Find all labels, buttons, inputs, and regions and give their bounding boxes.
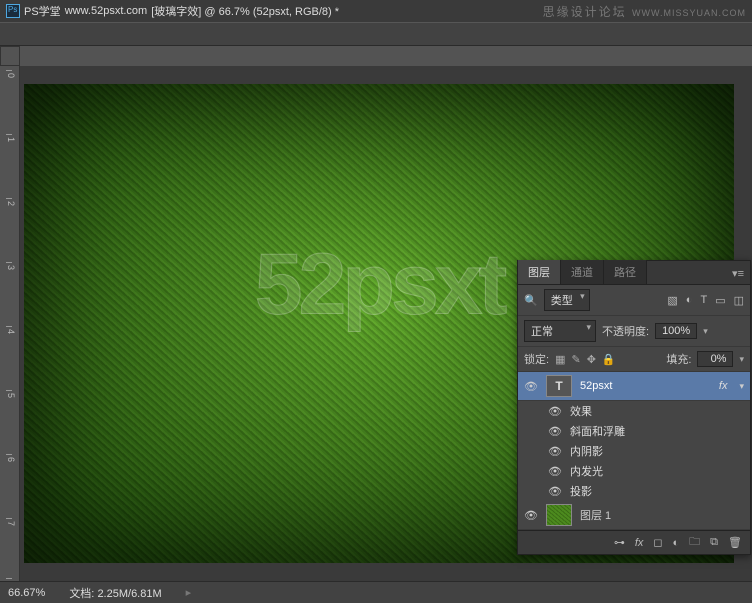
lock-image-icon[interactable]: ✎	[571, 353, 580, 366]
effect-inner-shadow[interactable]: 👁 内阴影	[518, 441, 750, 461]
visibility-toggle-icon[interactable]: 👁	[548, 465, 562, 478]
app-name: PS学堂	[24, 3, 61, 19]
tab-layers[interactable]: 图层	[518, 260, 561, 284]
effects-header[interactable]: 👁 效果	[518, 401, 750, 421]
delete-layer-icon[interactable]: 🗑	[728, 536, 742, 549]
fx-badge[interactable]: fx	[719, 380, 732, 392]
new-group-icon[interactable]: 🗀	[689, 533, 700, 552]
statusbar: 66.67% 文档: 2.25M/6.81M ▸	[0, 581, 752, 603]
effect-bevel[interactable]: 👁 斜面和浮雕	[518, 421, 750, 441]
visibility-toggle-icon[interactable]: 👁	[548, 405, 562, 418]
lock-position-icon[interactable]: ✥	[587, 353, 596, 366]
photoshop-window: PS学堂 www.52psxt.com [玻璃字效] @ 66.7% (52ps…	[0, 0, 752, 603]
statusbar-chevron-icon[interactable]: ▸	[186, 586, 192, 599]
filter-text-icon[interactable]: T	[700, 294, 707, 307]
lock-transparency-icon[interactable]: ▦	[555, 353, 565, 366]
visibility-toggle-icon[interactable]: 👁	[524, 380, 538, 393]
panel-tabs: 图层 通道 路径 ▾≡	[518, 261, 750, 285]
layer-name[interactable]: 52psxt	[580, 380, 711, 392]
filter-smart-icon[interactable]: ◫	[734, 294, 744, 307]
image-layer-thumb[interactable]	[546, 504, 572, 526]
search-icon[interactable]: 🔍	[524, 294, 538, 307]
filter-pixel-icon[interactable]: ▧	[667, 294, 677, 307]
ruler-corner	[0, 46, 20, 66]
blend-opacity-row: 正常 不透明度: 100% ▾	[518, 316, 750, 347]
glass-text-effect: 52psxt	[255, 236, 504, 335]
tab-paths[interactable]: 路径	[604, 260, 647, 284]
blend-mode-dropdown[interactable]: 正常	[524, 320, 596, 342]
lock-fill-row: 锁定: ▦ ✎ ✥ 🔒 填充: 0% ▾	[518, 347, 750, 372]
panel-menu-icon[interactable]: ▾≡	[726, 263, 750, 284]
filter-adjustment-icon[interactable]: ◐	[686, 294, 693, 307]
ps-app-icon	[6, 4, 20, 18]
doc-size[interactable]: 文档: 2.25M/6.81M	[69, 585, 161, 601]
panel-footer: ⊶ fx ◻ ◐ 🗀 ⧉ 🗑	[518, 530, 750, 554]
filter-shape-icon[interactable]: ▭	[715, 294, 725, 307]
layer-item-text[interactable]: 👁 T 52psxt fx ▾	[518, 372, 750, 401]
tab-channels[interactable]: 通道	[561, 260, 604, 284]
link-layers-icon[interactable]: ⊶	[614, 536, 625, 549]
collapse-arrow-icon[interactable]: ▾	[739, 381, 744, 392]
effect-inner-glow[interactable]: 👁 内发光	[518, 461, 750, 481]
visibility-toggle-icon[interactable]: 👁	[524, 509, 538, 522]
layers-panel: 图层 通道 路径 ▾≡ 🔍 类型 ▧ ◐ T ▭ ◫ 正常 不透明度: 100%…	[517, 260, 751, 555]
app-url: www.52psxt.com	[65, 5, 148, 17]
opacity-value[interactable]: 100%	[655, 323, 697, 339]
options-bar[interactable]	[0, 22, 752, 46]
visibility-toggle-icon[interactable]: 👁	[548, 425, 562, 438]
watermark: 思缘设计论坛 WWW.MISSYUAN.COM	[543, 3, 746, 20]
new-layer-icon[interactable]: ⧉	[710, 536, 718, 549]
lock-all-icon[interactable]: 🔒	[602, 353, 616, 366]
titlebar: PS学堂 www.52psxt.com [玻璃字效] @ 66.7% (52ps…	[0, 0, 752, 22]
text-layer-thumb[interactable]: T	[546, 375, 572, 397]
add-mask-icon[interactable]: ◻	[653, 536, 662, 549]
document-title: [玻璃字效] @ 66.7% (52psxt, RGB/8) *	[151, 3, 339, 19]
new-fill-icon[interactable]: ◐	[673, 537, 680, 549]
chevron-down-icon[interactable]: ▾	[739, 354, 744, 365]
chevron-down-icon[interactable]: ▾	[703, 326, 708, 337]
opacity-label: 不透明度:	[602, 323, 649, 339]
layer-list: 👁 T 52psxt fx ▾ 👁 效果 👁 斜面和浮雕 👁 内阴影 👁 内发光	[518, 372, 750, 530]
filter-type-dropdown[interactable]: 类型	[544, 289, 590, 311]
add-fx-icon[interactable]: fx	[635, 537, 644, 549]
effect-drop-shadow[interactable]: 👁 投影	[518, 481, 750, 501]
layer-filter-row: 🔍 类型 ▧ ◐ T ▭ ◫	[518, 285, 750, 316]
zoom-level[interactable]: 66.67%	[8, 587, 45, 599]
visibility-toggle-icon[interactable]: 👁	[548, 485, 562, 498]
lock-label: 锁定:	[524, 351, 549, 367]
layer-item-background[interactable]: 👁 图层 1	[518, 501, 750, 530]
visibility-toggle-icon[interactable]: 👁	[548, 445, 562, 458]
ruler-vertical[interactable]: 0 1 2 3 4 5 6 7 8	[0, 66, 20, 581]
fill-label: 填充:	[666, 351, 691, 367]
fill-value[interactable]: 0%	[697, 351, 733, 367]
layer-name[interactable]: 图层 1	[580, 507, 744, 523]
